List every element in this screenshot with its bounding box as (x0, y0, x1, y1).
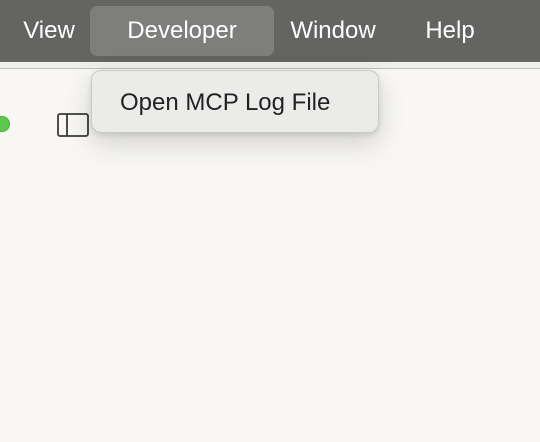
traffic-light-green-icon[interactable] (0, 116, 10, 132)
menu-developer[interactable]: Developer (90, 6, 274, 56)
developer-menu-dropdown: Open MCP Log File (91, 70, 379, 133)
open-mcp-log-file-item[interactable]: Open MCP Log File (120, 71, 330, 134)
window-top-edge (0, 62, 540, 69)
menu-view[interactable]: View (8, 6, 90, 56)
menu-window[interactable]: Window (276, 6, 390, 56)
sidebar-toggle-glyph (57, 113, 89, 137)
menu-help[interactable]: Help (400, 6, 500, 56)
menu-bar: View Developer Window Help (0, 0, 540, 62)
sidebar-toggle-icon[interactable] (56, 112, 90, 138)
